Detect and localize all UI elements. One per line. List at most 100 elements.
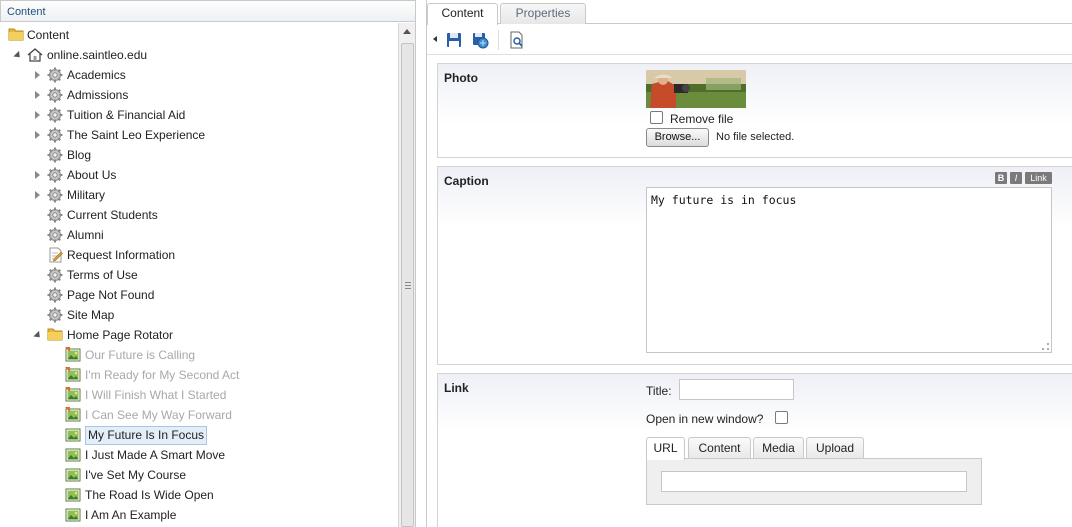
tree-node-label: Tuition & Financial Aid bbox=[67, 108, 186, 122]
image-item-icon bbox=[65, 468, 81, 482]
toolbar-collapse-icon[interactable] bbox=[433, 36, 437, 42]
expand-icon[interactable] bbox=[35, 191, 40, 199]
gear-icon bbox=[47, 267, 63, 283]
content-tree-header: Content bbox=[0, 0, 416, 22]
title-label: Title: bbox=[646, 384, 672, 398]
caption-text: My future is in focus bbox=[651, 193, 797, 207]
gear-icon bbox=[47, 287, 63, 303]
caption-label: Caption bbox=[444, 174, 489, 188]
title-input[interactable] bbox=[679, 379, 794, 400]
gear-icon bbox=[47, 187, 63, 203]
image-item-icon bbox=[65, 387, 81, 402]
tree-node-rotator-item[interactable]: I'm Ready for My Second Act bbox=[64, 365, 284, 385]
home-icon bbox=[27, 48, 43, 62]
tab-label: Content bbox=[441, 6, 484, 20]
expand-icon[interactable] bbox=[35, 111, 40, 119]
gear-icon bbox=[47, 227, 63, 243]
caption-textarea[interactable]: My future is in focus bbox=[646, 187, 1052, 353]
link-label: Link bbox=[444, 381, 469, 395]
tab-properties[interactable]: Properties bbox=[500, 3, 586, 24]
italic-button[interactable]: I bbox=[1010, 172, 1022, 184]
gear-icon bbox=[47, 147, 63, 163]
tree-node-label: I Just Made A Smart Move bbox=[85, 448, 226, 462]
tree-node-rotator-item[interactable]: I Will Finish What I Started bbox=[64, 385, 284, 405]
tree-scrollbar[interactable] bbox=[398, 23, 415, 527]
new-window-checkbox[interactable] bbox=[775, 411, 788, 424]
new-window-label: Open in new window? bbox=[646, 412, 764, 426]
expand-icon[interactable] bbox=[35, 91, 40, 99]
gear-icon bbox=[47, 87, 63, 103]
link-tab-url[interactable]: URL bbox=[646, 437, 685, 460]
tree-node-label: Blog bbox=[67, 148, 92, 162]
browse-button[interactable]: Browse... bbox=[646, 128, 709, 147]
save-icon[interactable] bbox=[445, 31, 463, 49]
tab-label: Content bbox=[698, 441, 741, 455]
link-tab-content[interactable]: Content bbox=[688, 437, 751, 459]
tab-label: Upload bbox=[815, 441, 855, 455]
expand-icon[interactable] bbox=[35, 71, 40, 79]
photo-section: Photo Remove file Browse... No file sele… bbox=[437, 63, 1072, 158]
url-input[interactable] bbox=[661, 471, 967, 492]
photo-thumbnail[interactable] bbox=[646, 70, 746, 108]
tree-node-label: Alumni bbox=[67, 228, 104, 242]
tree-node-page[interactable]: Terms of Use bbox=[34, 265, 274, 285]
tree-node-rotator-item[interactable]: I've Set My Course bbox=[64, 465, 284, 485]
tree-node-rotator-item[interactable]: The Road Is Wide Open bbox=[64, 485, 284, 505]
tree-node-page[interactable]: Blog bbox=[34, 145, 274, 165]
bold-button[interactable]: B bbox=[995, 172, 1007, 184]
tree-node-page[interactable]: Current Students bbox=[34, 205, 274, 225]
tab-label: URL bbox=[653, 441, 678, 455]
tree-node-label: Site Map bbox=[67, 308, 115, 322]
tree-node-label: About Us bbox=[67, 168, 117, 182]
image-item-icon bbox=[65, 428, 81, 442]
gear-icon bbox=[47, 107, 63, 123]
tree-node-rotator-item[interactable]: Our Future is Calling bbox=[64, 345, 284, 365]
tree-node-label: I've Set My Course bbox=[85, 468, 186, 482]
scroll-up-icon[interactable] bbox=[403, 29, 411, 34]
scrollbar-thumb[interactable] bbox=[401, 43, 414, 527]
tree-node-label: Terms of Use bbox=[67, 268, 138, 282]
tree-node-rotator-item[interactable]: I Just Made A Smart Move bbox=[64, 445, 284, 465]
remove-file-checkbox[interactable] bbox=[650, 111, 663, 124]
tree-node-page[interactable]: Request Information bbox=[34, 245, 274, 265]
tree-node-page[interactable]: Page Not Found bbox=[34, 285, 274, 305]
save-and-publish-icon[interactable] bbox=[471, 31, 489, 49]
tree-node-label: I'm Ready for My Second Act bbox=[85, 368, 240, 382]
tree-node-label: Page Not Found bbox=[67, 288, 155, 302]
link-format-button[interactable]: Link bbox=[1025, 172, 1052, 184]
tree-node-root[interactable]: Content bbox=[8, 25, 208, 45]
preview-icon[interactable] bbox=[508, 31, 526, 49]
tree-node-page[interactable]: Admissions bbox=[34, 85, 274, 105]
tree-node-page[interactable]: Military bbox=[34, 185, 274, 205]
tree-node-label: I Will Finish What I Started bbox=[85, 388, 227, 402]
collapse-icon[interactable] bbox=[33, 330, 43, 341]
image-item-icon bbox=[65, 448, 81, 462]
resize-grip-icon[interactable] bbox=[1042, 343, 1049, 350]
collapse-icon[interactable] bbox=[13, 50, 23, 61]
expand-icon[interactable] bbox=[35, 171, 40, 179]
tree-node-page[interactable]: Tuition & Financial Aid bbox=[34, 105, 274, 125]
tree-node-page[interactable]: Alumni bbox=[34, 225, 274, 245]
tab-content[interactable]: Content bbox=[427, 3, 498, 25]
content-tree-panel: Content Content online.saintleo.edu Acad… bbox=[0, 0, 416, 527]
tree-node-rotator-item[interactable]: I Am An Example bbox=[64, 505, 284, 525]
expand-icon[interactable] bbox=[35, 131, 40, 139]
image-item-icon bbox=[65, 407, 81, 422]
image-item-icon bbox=[65, 367, 81, 382]
tree-node-folder[interactable]: Home Page Rotator bbox=[33, 325, 254, 345]
tree-node-page[interactable]: Academics bbox=[34, 65, 274, 85]
link-tab-media[interactable]: Media bbox=[753, 437, 804, 459]
gear-icon bbox=[47, 307, 63, 323]
tree-node-page[interactable]: Site Map bbox=[34, 305, 274, 325]
tree-node-page[interactable]: About Us bbox=[34, 165, 274, 185]
link-section: Link Title: Open in new window? URL Cont… bbox=[437, 373, 1072, 527]
tree-node-label: I Can See My Way Forward bbox=[85, 408, 232, 422]
tree-node-rotator-item[interactable]: My Future Is In Focus bbox=[64, 425, 284, 445]
tab-label: Properties bbox=[515, 6, 571, 20]
tree-node-page[interactable]: The Saint Leo Experience bbox=[34, 125, 274, 145]
link-tab-upload[interactable]: Upload bbox=[806, 437, 864, 459]
editor-toolbar bbox=[427, 25, 1072, 55]
tree-node-rotator-item[interactable]: I Can See My Way Forward bbox=[64, 405, 284, 425]
tree-node-site[interactable]: online.saintleo.edu bbox=[13, 45, 214, 65]
gear-icon bbox=[47, 207, 63, 223]
